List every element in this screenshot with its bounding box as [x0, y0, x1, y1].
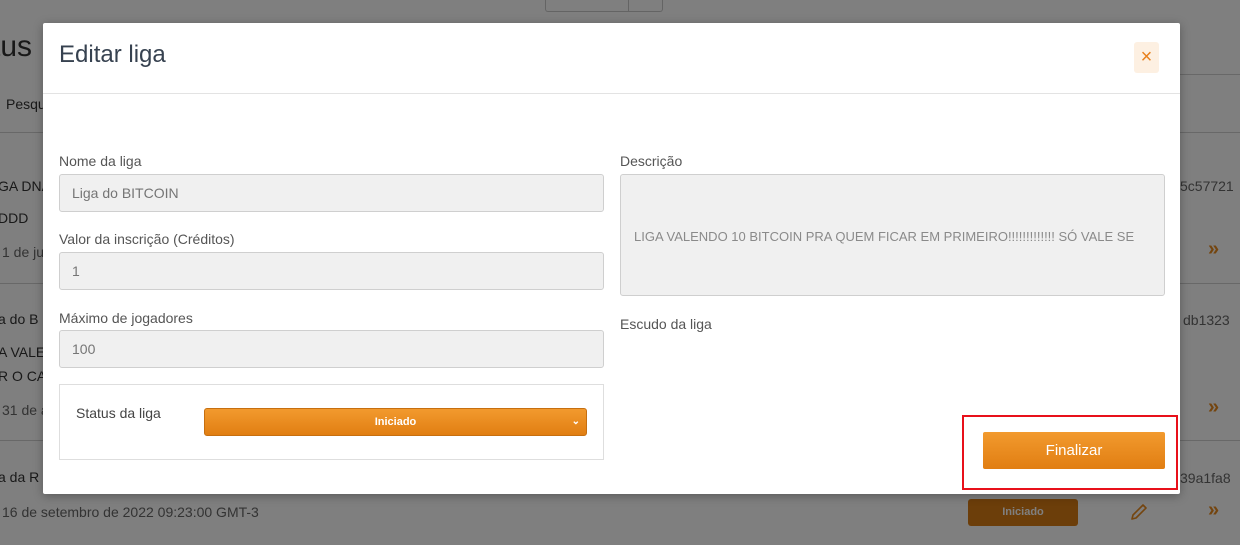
status-select[interactable]: Iniciado ⌄: [204, 408, 587, 436]
max-players-label: Máximo de jogadores: [59, 310, 193, 326]
league-name-label: Nome da liga: [59, 153, 142, 169]
description-textarea[interactable]: LIGA VALENDO 10 BITCOIN PRA QUEM FICAR E…: [620, 174, 1165, 296]
shield-label: Escudo da liga: [620, 316, 712, 332]
modal-header: Editar liga ×: [43, 23, 1180, 94]
description-text: LIGA VALENDO 10 BITCOIN PRA QUEM FICAR E…: [634, 229, 1135, 244]
description-label: Descrição: [620, 153, 683, 169]
close-icon[interactable]: ×: [1134, 42, 1159, 73]
max-players-input[interactable]: [59, 330, 604, 368]
modal-title: Editar liga: [59, 41, 166, 68]
entry-fee-input[interactable]: [59, 252, 604, 290]
chevron-down-icon: ⌄: [571, 416, 580, 427]
status-label: Status da liga: [76, 405, 161, 421]
highlight-annotation: [962, 415, 1178, 490]
status-select-value: Iniciado: [374, 416, 417, 428]
entry-fee-label: Valor da inscrição (Créditos): [59, 231, 235, 247]
status-section: Status da liga Iniciado ⌄: [59, 384, 604, 460]
league-name-input[interactable]: [59, 174, 604, 212]
